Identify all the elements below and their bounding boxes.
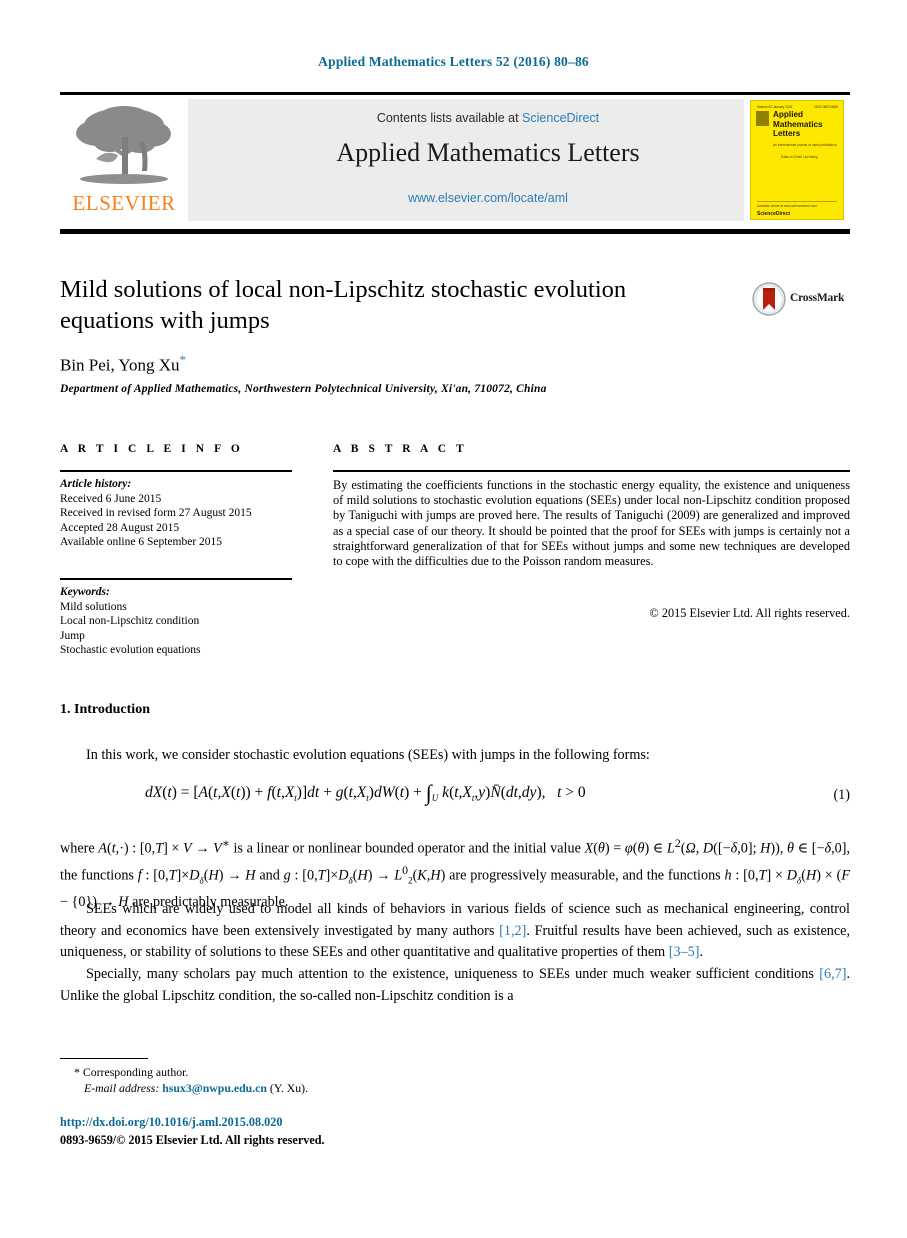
- citation-6-7[interactable]: [6,7]: [819, 966, 846, 982]
- cover-divider: [757, 201, 837, 202]
- journal-title: Applied Mathematics Letters: [336, 138, 640, 167]
- cover-top-line: Volume 52 January 2016 ISSN 0893-9659: [757, 105, 838, 109]
- citation-3-5[interactable]: [3–5]: [669, 944, 700, 960]
- corresponding-author-marker[interactable]: *: [180, 352, 187, 367]
- paragraph-sees-overview: SEEs which are widely used to model all …: [60, 899, 850, 964]
- contents-line: Contents lists available at ScienceDirec…: [188, 111, 788, 125]
- email-note: E-mail address: hsux3@nwpu.edu.cn (Y. Xu…: [60, 1080, 560, 1096]
- masthead-band: Contents lists available at ScienceDirec…: [188, 99, 788, 221]
- email-label: E-mail address:: [84, 1081, 160, 1095]
- history-item-2: Accepted 28 August 2015: [60, 521, 180, 534]
- citation-1-2[interactable]: [1,2]: [499, 923, 526, 939]
- article-info-heading: A R T I C L E I N F O: [60, 443, 244, 455]
- cover-editor: Editor-in-Chief: Lan Wang: [781, 155, 818, 159]
- keywords-rule: [60, 578, 292, 580]
- sciencedirect-link[interactable]: ScienceDirect: [522, 111, 599, 125]
- corresponding-text: Corresponding author.: [82, 1065, 189, 1079]
- cover-footer-note: Available online at www.sciencedirect.co…: [757, 204, 817, 208]
- cover-subtitle: an international journal of rapid public…: [773, 143, 837, 147]
- journal-cover-image: Volume 52 January 2016 ISSN 0893-9659 Ap…: [750, 100, 844, 220]
- abstract-heading: A B S T R A C T: [333, 443, 468, 455]
- cover-title-line1: Applied: [773, 110, 804, 119]
- article-info-rule: [60, 470, 292, 472]
- email-suffix: (Y. Xu).: [269, 1081, 309, 1095]
- crossmark-icon: [752, 282, 786, 316]
- crossmark-badge[interactable]: CrossMark: [752, 282, 850, 316]
- article-history-label: Article history:: [60, 478, 132, 490]
- keywords-block: Keywords: Mild solutions Local non-Lipsc…: [60, 585, 298, 658]
- journal-masthead: ELSEVIER Contents lists available at Sci…: [60, 99, 850, 221]
- section-heading-introduction: 1. Introduction: [60, 702, 150, 717]
- history-item-1: Received in revised form 27 August 2015: [60, 507, 252, 520]
- paragraph-intro: In this work, we consider stochastic evo…: [86, 747, 650, 763]
- contents-prefix: Contents lists available at: [376, 111, 523, 125]
- masthead-bottom-rule: [60, 229, 850, 234]
- article-page: Applied Mathematics Letters 52 (2016) 80…: [0, 0, 907, 1238]
- equation-number: (1): [833, 787, 850, 803]
- author-list: Bin Pei, Yong Xu*: [60, 352, 186, 376]
- history-item-3: Available online 6 September 2015: [60, 536, 223, 549]
- issn-copyright-line: 0893-9659/© 2015 Elsevier Ltd. All right…: [60, 1133, 325, 1147]
- article-history: Article history: Received 6 June 2015 Re…: [60, 477, 298, 550]
- journal-cover-thumbnail[interactable]: Volume 52 January 2016 ISSN 0893-9659 Ap…: [744, 99, 850, 221]
- cover-title: Applied Mathematics Letters: [773, 110, 839, 139]
- elsevier-logo: ELSEVIER: [60, 99, 188, 221]
- keyword-2: Jump: [60, 629, 85, 642]
- cover-issn: ISSN 0893-9659: [814, 105, 838, 109]
- running-head: Applied Mathematics Letters 52 (2016) 80…: [318, 54, 589, 69]
- cover-publisher-mark: [756, 111, 769, 126]
- article-title: Mild solutions of local non-Lipschitz st…: [60, 276, 627, 334]
- keyword-0: Mild solutions: [60, 600, 127, 613]
- footnote-block: * Corresponding author. E-mail address: …: [60, 1064, 560, 1096]
- affiliation: Department of Applied Mathematics, North…: [60, 383, 547, 395]
- history-item-0: Received 6 June 2015: [60, 492, 162, 505]
- crossmark-label: CrossMark: [790, 292, 845, 304]
- keyword-3: Stochastic evolution equations: [60, 644, 201, 657]
- equation-expression: dX(t) = [A(t,X(t)) + f(t,Xt)]dt + g(t,Xt…: [145, 780, 586, 805]
- email-link[interactable]: hsux3@nwpu.edu.cn: [162, 1081, 267, 1095]
- elsevier-tree-icon: [76, 106, 171, 184]
- masthead-top-rule: [60, 92, 850, 95]
- corresponding-marker: *: [74, 1065, 80, 1079]
- footnote-rule: [60, 1058, 148, 1059]
- corresponding-author-note: * Corresponding author.: [60, 1064, 560, 1080]
- author-names: Bin Pei, Yong Xu: [60, 355, 180, 375]
- cover-title-line2: Mathematics: [773, 119, 823, 129]
- paragraph-3-end: .: [699, 944, 704, 960]
- paragraph-weaker-conditions: Specially, many scholars pay much attent…: [60, 964, 850, 1007]
- paragraph-4-pre: Specially, many scholars pay much attent…: [86, 966, 820, 982]
- cover-title-line3: Letters: [773, 129, 801, 139]
- elsevier-wordmark: ELSEVIER: [72, 191, 176, 215]
- abstract-text: By estimating the coefficients functions…: [333, 478, 850, 569]
- abstract-rule: [333, 470, 850, 472]
- cover-footer-brand: ScienceDirect: [757, 211, 791, 217]
- journal-url-link[interactable]: www.elsevier.com/locate/aml: [188, 191, 788, 205]
- abstract-copyright: © 2015 Elsevier Ltd. All rights reserved…: [649, 606, 850, 620]
- doi-link[interactable]: http://dx.doi.org/10.1016/j.aml.2015.08.…: [60, 1115, 282, 1130]
- keyword-1: Local non-Lipschitz condition: [60, 615, 200, 628]
- keywords-label: Keywords:: [60, 586, 110, 598]
- cover-volume: Volume 52 January 2016: [757, 105, 793, 109]
